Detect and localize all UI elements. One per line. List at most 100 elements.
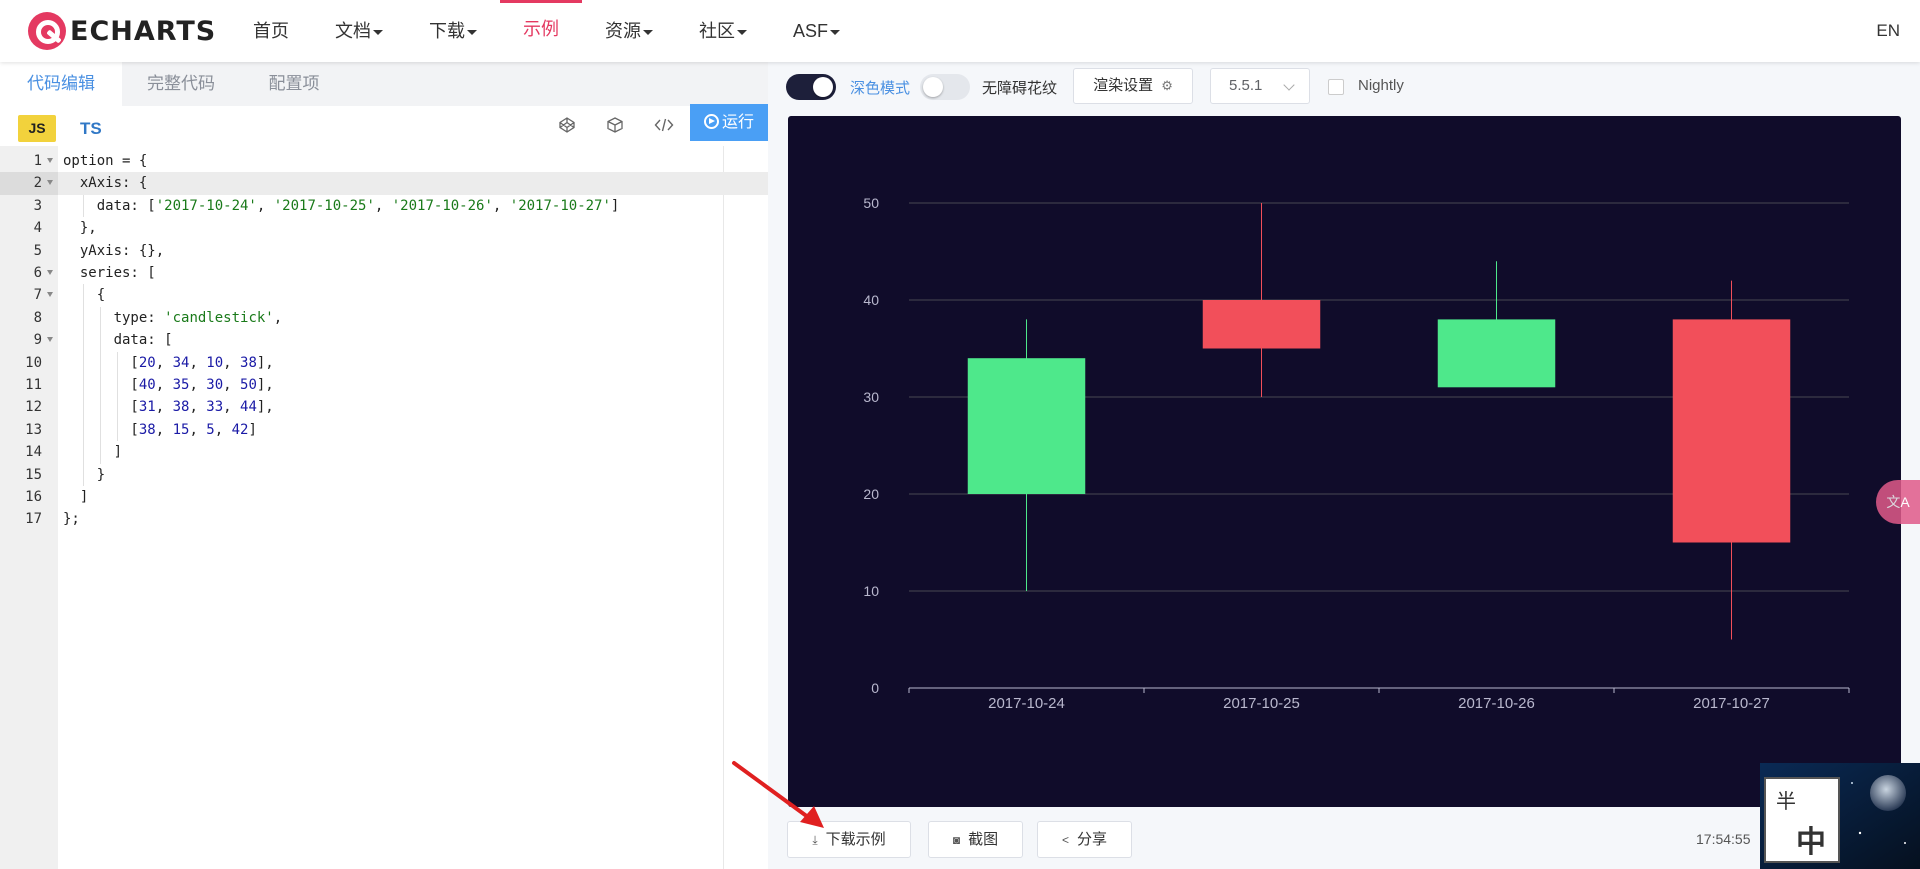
code-line[interactable]: 3 data: ['2017-10-24', '2017-10-25', '20… bbox=[0, 194, 768, 218]
aria-pattern-toggle[interactable] bbox=[920, 74, 970, 100]
nav-item-6[interactable]: ASF bbox=[770, 0, 863, 62]
fold-arrow-icon[interactable] bbox=[47, 337, 53, 343]
code-text: [38, 15, 5, 42] bbox=[63, 421, 257, 438]
code-line[interactable]: 13 [38, 15, 5, 42] bbox=[0, 418, 768, 442]
nav-item-4[interactable]: 资源 bbox=[582, 0, 676, 62]
caret-down-icon bbox=[373, 29, 383, 35]
share-icon: < bbox=[1061, 833, 1069, 847]
codesandbox-icon[interactable] bbox=[603, 116, 627, 140]
translate-icon[interactable]: 文A bbox=[1876, 480, 1920, 524]
preview-pane: 深色模式 无障碍花纹 渲染设置 ⚙ 5.5.1 Nightly 0 10 20 30 4… bbox=[768, 62, 1920, 869]
corner-overlay-image: 半 中 bbox=[1760, 763, 1920, 869]
code-line[interactable]: 15 } bbox=[0, 463, 768, 486]
editor-pane: 代码编辑 完整代码 配置项 JS TS 运行 1 option = {2 xAxi… bbox=[0, 62, 768, 869]
download-label: 下载示例 bbox=[825, 831, 886, 848]
line-number: 17 bbox=[25, 511, 42, 528]
js-language-button[interactable]: JS bbox=[18, 115, 56, 142]
editor-tabs: 代码编辑 完整代码 配置项 bbox=[0, 62, 768, 106]
caret-down-icon bbox=[737, 29, 747, 35]
nav-menu: 首页 文档 下载 示例 资源 社区 ASF bbox=[230, 0, 863, 62]
nav-item-3[interactable]: 示例 bbox=[500, 0, 582, 62]
nav-item-5[interactable]: 社区 bbox=[676, 0, 770, 62]
code-line[interactable]: 16 ] bbox=[0, 486, 768, 508]
code-line[interactable]: 12 [31, 38, 33, 44], bbox=[0, 396, 768, 419]
fold-arrow-icon[interactable] bbox=[47, 180, 53, 186]
x-tick-label: 2017-10-24 bbox=[988, 695, 1065, 712]
code-line[interactable]: 2 xAxis: { bbox=[0, 172, 768, 195]
y-tick-label: 10 bbox=[863, 583, 879, 599]
nav-item-label: 示例 bbox=[523, 19, 559, 39]
toggle-knob bbox=[813, 77, 833, 97]
nav-item-1[interactable]: 文档 bbox=[312, 0, 406, 62]
gear-icon: ⚙ bbox=[1161, 78, 1173, 93]
x-tick-label: 2017-10-27 bbox=[1693, 695, 1770, 712]
editor-toolbar: JS TS bbox=[0, 106, 768, 146]
y-tick-label: 0 bbox=[871, 680, 879, 696]
render-timestamp: 17:54:55 bbox=[1696, 831, 1751, 847]
tab-options[interactable]: 配置项 bbox=[240, 62, 348, 106]
code-line[interactable]: 1 option = { bbox=[0, 150, 768, 172]
code-line[interactable]: 5 yAxis: {}, bbox=[0, 240, 768, 262]
run-label: 运行 bbox=[721, 114, 754, 131]
code-text: }; bbox=[63, 511, 80, 528]
nav-item-2[interactable]: 下载 bbox=[406, 0, 500, 62]
code-editor[interactable]: 1 option = {2 xAxis: {3 data: ['2017-10-2… bbox=[0, 146, 768, 869]
code-line[interactable]: 17}; bbox=[0, 508, 768, 530]
tab-full-code[interactable]: 完整代码 bbox=[122, 62, 240, 106]
embed-code-icon[interactable] bbox=[652, 116, 676, 140]
y-tick-label: 50 bbox=[863, 195, 879, 211]
code-text: option = { bbox=[63, 153, 148, 169]
nav-item-label: 下载 bbox=[429, 21, 465, 41]
code-text: [40, 35, 30, 50], bbox=[63, 377, 274, 393]
red-arrow-annotation bbox=[732, 761, 824, 828]
line-number: 12 bbox=[25, 399, 42, 416]
candle-body bbox=[1437, 319, 1556, 388]
share-label: 分享 bbox=[1077, 831, 1108, 848]
code-line[interactable]: 11 [40, 35, 30, 50], bbox=[0, 374, 768, 397]
candle-body bbox=[1202, 300, 1321, 349]
line-number: 3 bbox=[33, 197, 42, 214]
render-settings-button[interactable]: 渲染设置 ⚙ bbox=[1073, 68, 1193, 104]
top-navigation: ECHARTS 首页 文档 下载 示例 资源 社区 ASF EN bbox=[0, 0, 1920, 62]
language-switch[interactable]: EN bbox=[1876, 0, 1900, 62]
codepen-icon[interactable] bbox=[555, 116, 579, 140]
y-tick-label: 30 bbox=[863, 389, 879, 405]
code-text: } bbox=[63, 466, 106, 483]
code-line[interactable]: 10 [20, 34, 10, 38], bbox=[0, 351, 768, 374]
ts-language-button[interactable]: TS bbox=[80, 115, 102, 142]
screenshot-button[interactable]: ◙ 截图 bbox=[928, 821, 1023, 858]
code-line[interactable]: 8 type: 'candlestick', bbox=[0, 306, 768, 330]
version-select[interactable]: 5.5.1 bbox=[1210, 68, 1310, 104]
caret-down-icon bbox=[830, 29, 841, 35]
code-text: data: ['2017-10-24', '2017-10-25', '2017… bbox=[63, 197, 620, 214]
nightly-checkbox[interactable] bbox=[1328, 79, 1344, 95]
render-settings-label: 渲染设置 bbox=[1093, 77, 1154, 94]
code-line[interactable]: 4 }, bbox=[0, 217, 768, 239]
fold-arrow-icon[interactable] bbox=[47, 292, 53, 298]
run-button[interactable]: 运行 bbox=[690, 104, 768, 141]
nav-item-label: 首页 bbox=[253, 21, 289, 41]
line-number: 11 bbox=[25, 377, 42, 393]
candle-body bbox=[967, 358, 1086, 494]
echarts-logo[interactable]: ECHARTS bbox=[28, 12, 216, 50]
candlestick-chart: 0 10 20 30 40 50 2017-10-24 2017-10-25 2017-10-2… bbox=[863, 195, 1850, 712]
code-line[interactable]: 14 ] bbox=[0, 441, 768, 464]
overlay-card: 半 中 bbox=[1764, 777, 1840, 863]
y-tick-label: 20 bbox=[863, 486, 879, 502]
overlay-text-bottom: 中 bbox=[1796, 825, 1826, 860]
nav-item-0[interactable]: 首页 bbox=[230, 0, 312, 62]
dark-mode-toggle[interactable] bbox=[786, 74, 836, 100]
dark-mode-label: 深色模式 bbox=[850, 80, 911, 97]
code-line[interactable]: 6 series: [ bbox=[0, 262, 768, 284]
tab-code-edit[interactable]: 代码编辑 bbox=[0, 62, 122, 106]
code-line[interactable]: 9 data: [ bbox=[0, 329, 768, 352]
screenshot-label: 截图 bbox=[968, 831, 999, 848]
code-text: [20, 34, 10, 38], bbox=[63, 354, 274, 371]
fold-arrow-icon[interactable] bbox=[47, 270, 53, 275]
chart-canvas[interactable]: 0 10 20 30 40 50 2017-10-24 2017-10-25 2017-10-2… bbox=[788, 116, 1901, 807]
line-number: 8 bbox=[33, 309, 42, 326]
code-line[interactable]: 7 { bbox=[0, 284, 768, 307]
share-button[interactable]: < 分享 bbox=[1037, 821, 1132, 858]
code-text: series: [ bbox=[63, 265, 156, 281]
fold-arrow-icon[interactable] bbox=[47, 158, 53, 163]
